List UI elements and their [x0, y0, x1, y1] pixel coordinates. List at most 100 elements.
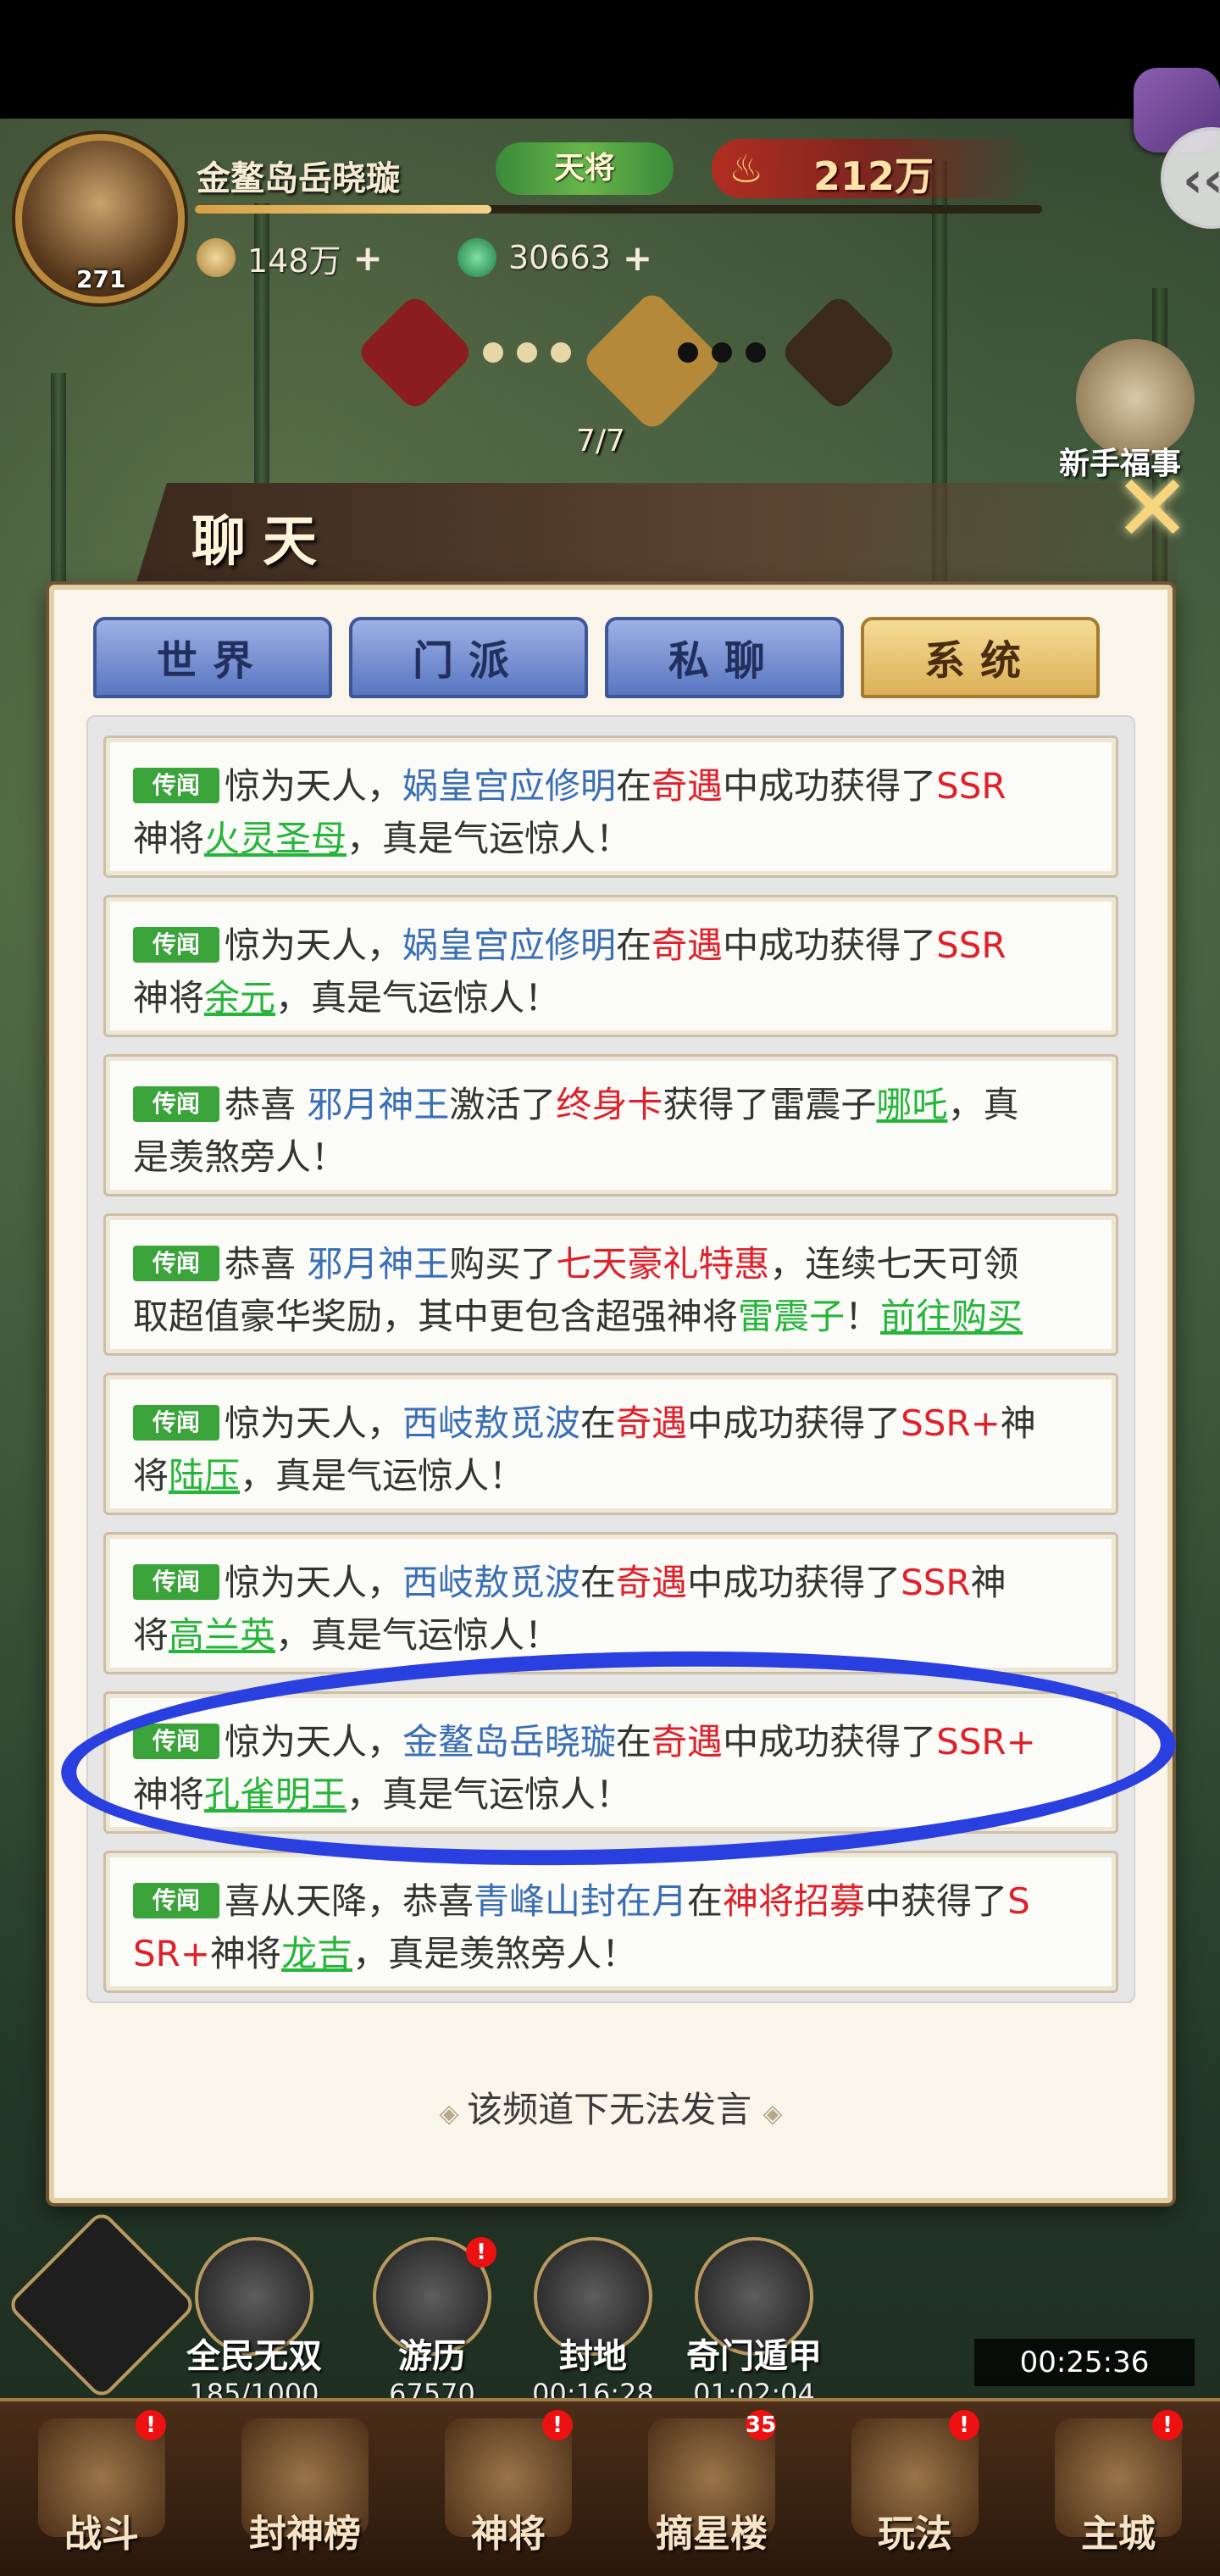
chat-title: 聊天 — [191, 510, 334, 574]
nav-item[interactable]: 摘星楼 35 — [610, 2401, 813, 2576]
rumor-badge: 传闻 — [133, 1246, 219, 1281]
notification-badge: ! — [1152, 2410, 1183, 2440]
stage-dot — [746, 342, 766, 363]
player-name: 金鳌岛岳晓璇 — [197, 159, 400, 198]
message-text: 中成功获得了 — [723, 765, 937, 807]
coin-icon — [197, 238, 236, 277]
message-text: 中获得了 — [865, 1880, 1008, 1922]
activity-label: 游历 — [398, 2337, 466, 2376]
rumor-badge: 传闻 — [133, 1405, 219, 1441]
hero-link[interactable]: 余元 — [204, 977, 275, 1019]
player-name-link[interactable]: 娲皇宫应修明 — [402, 924, 616, 966]
player-name-link[interactable]: 西岐敖觅波 — [402, 1562, 580, 1603]
notification-badge: ! — [542, 2410, 573, 2440]
stage-next-icon[interactable] — [779, 292, 899, 413]
message-text: ，真是羡煞旁人！ — [352, 1933, 638, 1974]
message-text: 在 — [580, 1562, 617, 1603]
stage-dot — [551, 342, 571, 363]
message-text: 奇遇 — [616, 1562, 688, 1603]
rumor-badge: 传闻 — [133, 768, 219, 803]
add-jade-button[interactable]: + — [623, 237, 652, 279]
activity-button[interactable]: 全民无双 185/1000 — [169, 2237, 339, 2410]
nav-item[interactable]: 玩法! — [813, 2401, 1017, 2576]
message-text: 惊为天人， — [225, 765, 403, 807]
close-button[interactable]: ✕ — [1093, 449, 1203, 563]
message-text: ，真 — [947, 1084, 1019, 1125]
message-text: 在 — [580, 1402, 617, 1444]
activity-label: 奇门遁甲 — [686, 2337, 822, 2376]
player-name-link[interactable]: 西岐敖觅波 — [402, 1402, 580, 1444]
hero-link[interactable]: 火灵圣母 — [204, 818, 347, 859]
message-text: SSR+ — [901, 1402, 1001, 1444]
jade-icon — [458, 238, 496, 277]
stage-node-icon[interactable] — [355, 292, 475, 413]
power-icon: ♨ — [729, 146, 764, 192]
player-name-link[interactable]: 邪月神王 — [307, 1243, 449, 1285]
coin-value: 148万 — [247, 242, 341, 280]
nav-item[interactable]: 封神榜 — [203, 2401, 407, 2576]
notification-badge: 35 — [746, 2410, 776, 2440]
channel-muted-note: ◈ 该频道下无法发言 ◈ — [54, 2081, 1167, 2133]
tab-private[interactable]: 私聊 — [605, 617, 844, 698]
message-text: 雷震子 — [738, 1296, 846, 1337]
nav-label: 战斗 — [64, 2512, 139, 2556]
nav-label: 摘星楼 — [656, 2512, 768, 2556]
message-text: 是羡煞旁人！ — [133, 1136, 347, 1178]
player-name-link[interactable]: 青峰山封在月 — [474, 1880, 687, 1922]
nav-item[interactable]: 神将! — [407, 2401, 610, 2576]
message-text: 奇遇 — [652, 765, 724, 807]
stage-dot — [678, 342, 698, 363]
message-text: 中成功获得了 — [723, 924, 937, 966]
message-text: 喜从天降，恭喜 — [225, 1880, 474, 1922]
currency-coin: 148万 + — [197, 234, 383, 281]
rank-badge: 天将 — [496, 142, 674, 195]
nav-label: 玩法 — [878, 2512, 952, 2556]
message-text: ，真是气运惊人！ — [275, 977, 561, 1019]
activity-button[interactable]: 奇门遁甲 01:02:04 — [669, 2237, 839, 2410]
notification-badge: ! — [949, 2410, 979, 2440]
stage-dot — [712, 342, 732, 363]
message-text: 中成功获得了 — [687, 1402, 901, 1444]
chat-message: 传闻 惊为天人，娲皇宫应修明在奇遇中成功获得了SSR 神将火灵圣母，真是气运惊人！ — [103, 736, 1118, 878]
hero-link[interactable]: 前往购买 — [880, 1296, 1023, 1337]
nav-item[interactable]: 战斗! — [0, 2401, 203, 2576]
rumor-badge: 传闻 — [133, 927, 219, 963]
message-text: ！ — [845, 1296, 881, 1337]
message-text: 将 — [133, 1614, 169, 1656]
message-text: 神将 — [133, 818, 205, 859]
message-text: SSR — [901, 1562, 971, 1603]
message-text: 神 — [1000, 1402, 1036, 1444]
player-name-link[interactable]: 邪月神王 — [307, 1084, 449, 1125]
chat-tabs: 世界 门派 私聊 系统 — [93, 617, 1144, 698]
stage-progress-text: 7/7 — [576, 424, 625, 458]
stage-dot — [483, 342, 503, 363]
tab-world[interactable]: 世界 — [93, 617, 332, 698]
player-name-link[interactable]: 娲皇宫应修明 — [402, 765, 616, 807]
rumor-badge: 传闻 — [133, 1086, 219, 1122]
hero-link[interactable]: 陆压 — [169, 1455, 240, 1496]
message-text: 神将招募 — [723, 1880, 866, 1922]
currency-jade: 30663 + — [458, 234, 652, 281]
channel-muted-text: 该频道下无法发言 — [467, 2089, 752, 2130]
tab-system[interactable]: 系统 — [861, 617, 1100, 698]
rumor-badge: 传闻 — [133, 1564, 219, 1600]
power-value: 212万 — [813, 153, 934, 199]
add-coin-button[interactable]: + — [353, 237, 383, 279]
nav-label: 主城 — [1081, 2512, 1156, 2556]
message-text: SSR — [936, 765, 1006, 807]
activity-button[interactable]: 封地 00:16:28 — [508, 2237, 678, 2410]
nav-item[interactable]: 主城! — [1017, 2401, 1220, 2576]
chat-message: 传闻 恭喜 邪月神王购买了七天豪礼特惠，连续七天可领 取超值豪华奖励，其中更包含超强… — [103, 1213, 1118, 1356]
activity-button[interactable]: 游历 67570! — [347, 2237, 517, 2410]
message-text: 奇遇 — [616, 1402, 688, 1444]
hero-link[interactable]: 龙吉 — [281, 1933, 352, 1974]
message-text: 取超值豪华奖励，其中更包含超强神将 — [133, 1296, 739, 1337]
hero-link[interactable]: 哪吒 — [876, 1084, 947, 1125]
nav-label: 神将 — [471, 2512, 546, 2556]
nav-label: 封神榜 — [249, 2512, 361, 2556]
message-text: 恭喜 — [225, 1084, 308, 1125]
exp-fill — [195, 205, 491, 214]
hero-link[interactable]: 高兰英 — [169, 1614, 275, 1656]
chat-message: 传闻 喜从天降，恭喜青峰山封在月在神将招募中获得了S SR+神将龙吉，真是羡煞旁人！ — [103, 1851, 1118, 1993]
tab-sect[interactable]: 门派 — [349, 617, 588, 698]
